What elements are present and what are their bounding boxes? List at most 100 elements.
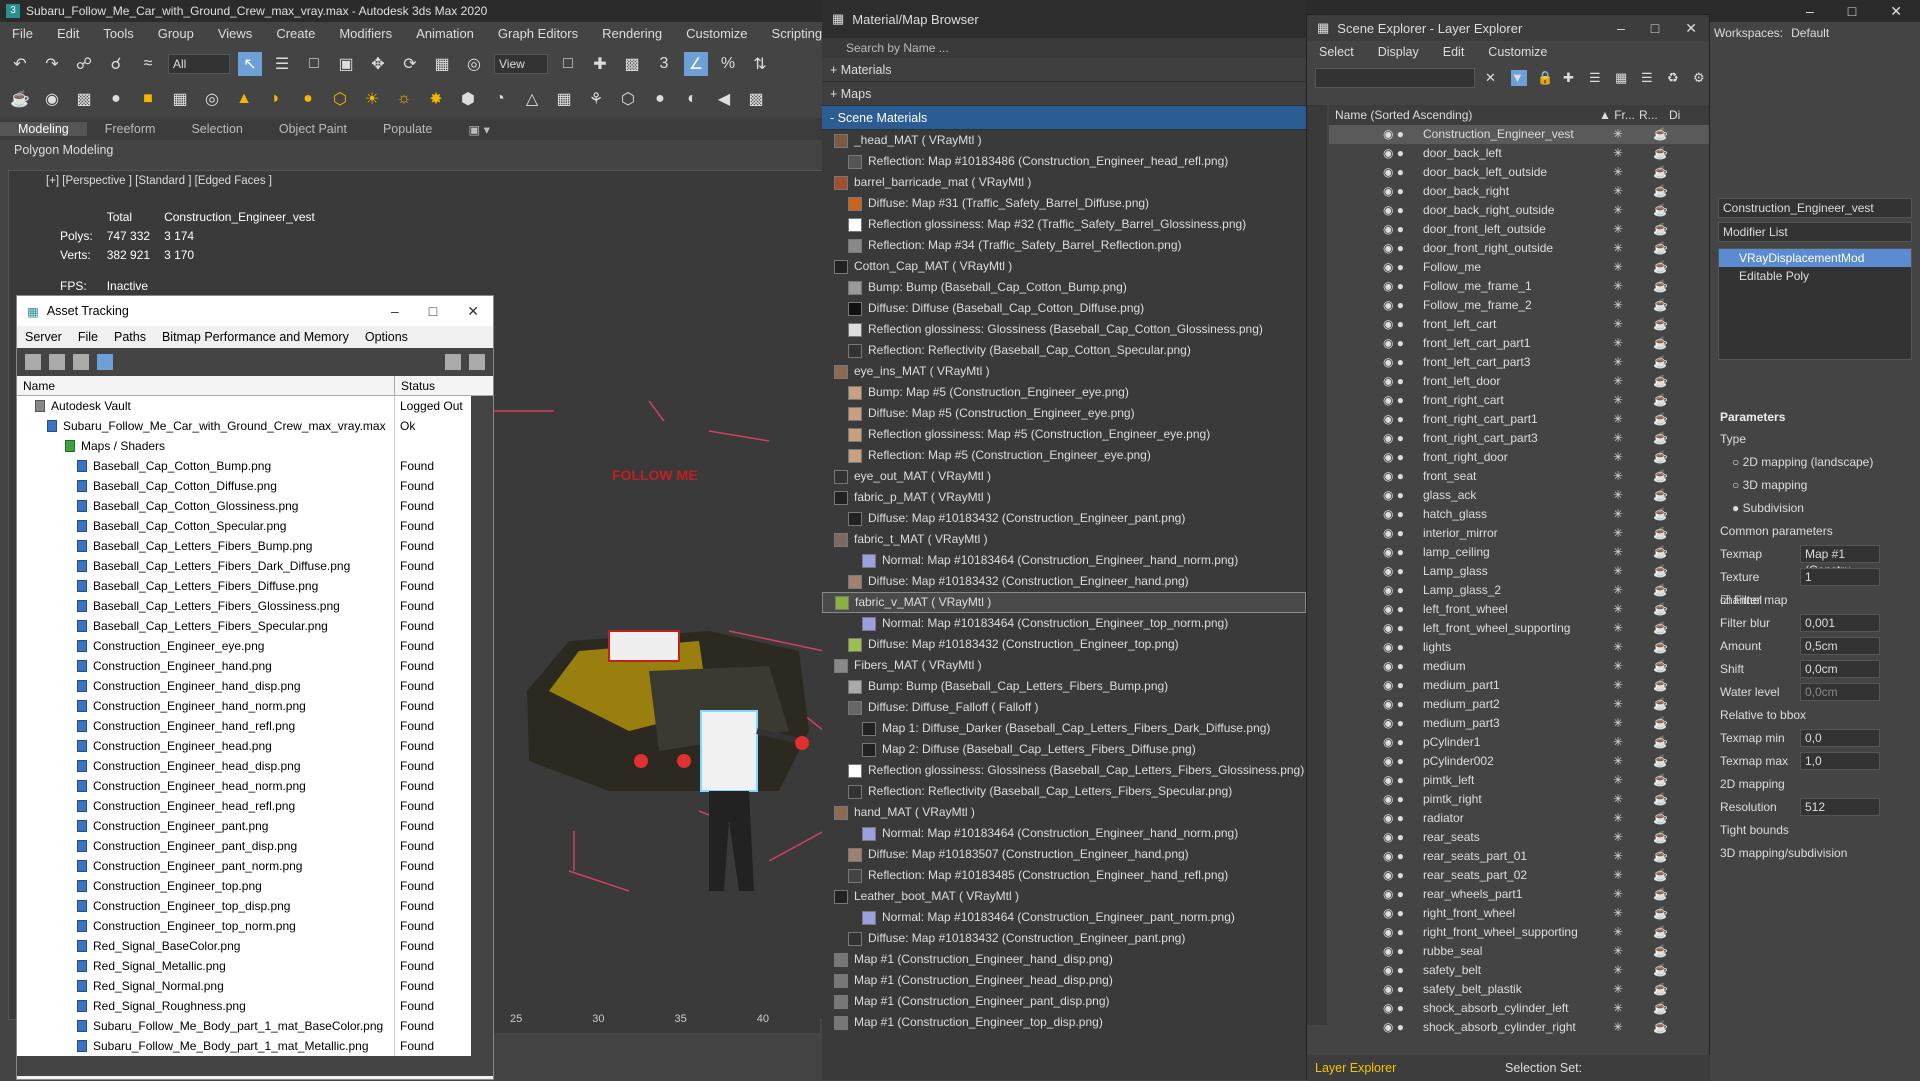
freeze-icon[interactable]: ✳ (1613, 144, 1653, 163)
asset-row[interactable]: Baseball_Cap_Letters_Fibers_Dark_Diffuse… (17, 556, 493, 576)
scene-object-row[interactable]: ◉ ● door_back_left_outside ✳ ☕ (1329, 163, 1709, 182)
material-item[interactable]: hand_MAT ( VRayMtl ) (822, 802, 1306, 823)
renderable-teapot-icon[interactable]: ☕ (1653, 714, 1668, 733)
freeze-icon[interactable]: ✳ (1613, 562, 1653, 581)
visibility-eye-icon[interactable]: ◉ ● (1329, 125, 1404, 144)
renderable-teapot-icon[interactable]: ☕ (1653, 296, 1668, 315)
freeze-icon[interactable]: ✳ (1613, 524, 1653, 543)
scene-object-row[interactable]: ◉ ● Construction_Engineer_vest ✳ ☕ (1329, 125, 1709, 144)
freeze-icon[interactable]: ✳ (1613, 448, 1653, 467)
renderable-teapot-icon[interactable]: ☕ (1653, 695, 1668, 714)
scene-object-row[interactable]: ◉ ● rear_seats_part_02 ✳ ☕ (1329, 866, 1709, 885)
schematic-view-icon[interactable]: ▦ (168, 87, 192, 111)
map-item[interactable]: Bump: Bump (Baseball_Cap_Letters_Fibers_… (822, 676, 1306, 697)
scene-object-row[interactable]: ◉ ● front_right_cart_part3 ✳ ☕ (1329, 429, 1709, 448)
radio-subdivision[interactable]: ● Subdivision (1720, 497, 1920, 520)
vray-ambient-icon[interactable]: ☼ (392, 87, 416, 111)
map-item[interactable]: Reflection glossiness: Glossiness (Baseb… (822, 760, 1306, 781)
freeze-icon[interactable]: ✳ (1613, 296, 1653, 315)
tab-populate[interactable]: Populate (365, 122, 450, 136)
select-manipulate-icon[interactable]: ✚ (588, 52, 612, 76)
vray-lister-icon[interactable]: ◀ (712, 87, 736, 111)
visibility-eye-icon[interactable]: ◉ ● (1329, 961, 1404, 980)
material-item[interactable]: fabric_v_MAT ( VRayMtl ) (822, 592, 1306, 613)
undo-icon[interactable]: ↶ (8, 52, 32, 76)
asset-row[interactable]: Construction_Engineer_eye.png Found (17, 636, 493, 656)
visibility-eye-icon[interactable]: ◉ ● (1329, 524, 1404, 543)
material-item[interactable]: Map #1 (Construction_Engineer_top_disp.p… (822, 1012, 1306, 1033)
map-item[interactable]: Reflection glossiness: Map #5 (Construct… (822, 424, 1306, 445)
select-object-icon[interactable]: ↖ (238, 52, 262, 76)
renderable-teapot-icon[interactable]: ☕ (1653, 353, 1668, 372)
freeze-icon[interactable]: ✳ (1613, 828, 1653, 847)
scene-object-row[interactable]: ◉ ● medium_part3 ✳ ☕ (1329, 714, 1709, 733)
texmap-min-spinner[interactable]: 0,0 (1800, 729, 1880, 747)
asset-row[interactable]: Construction_Engineer_head.png Found (17, 736, 493, 756)
table-view-icon[interactable] (97, 354, 113, 370)
scene-object-row[interactable]: ◉ ● door_front_right_outside ✳ ☕ (1329, 239, 1709, 258)
renderable-teapot-icon[interactable]: ☕ (1653, 600, 1668, 619)
renderable-teapot-icon[interactable]: ☕ (1653, 201, 1668, 220)
freeze-icon[interactable]: ✳ (1613, 220, 1653, 239)
visibility-eye-icon[interactable]: ◉ ● (1329, 657, 1404, 676)
scene-object-row[interactable]: ◉ ● pimtk_left ✳ ☕ (1329, 771, 1709, 790)
material-item[interactable]: eye_ins_MAT ( VRayMtl ) (822, 361, 1306, 382)
map-item[interactable]: Normal: Map #10183464 (Construction_Engi… (822, 907, 1306, 928)
scene-object-row[interactable]: ◉ ● rubbe_seal ✳ ☕ (1329, 942, 1709, 961)
ribbon-options-icon[interactable]: ▣ ▾ (450, 122, 508, 137)
map-item[interactable]: Diffuse: Map #10183432 (Construction_Eng… (822, 928, 1306, 949)
scene-object-row[interactable]: ◉ ● hatch_glass ✳ ☕ (1329, 505, 1709, 524)
renderable-teapot-icon[interactable]: ☕ (1653, 752, 1668, 771)
map-item[interactable]: Bump: Map #5 (Construction_Engineer_eye.… (822, 382, 1306, 403)
asset-row[interactable]: Construction_Engineer_pant_disp.png Found (17, 836, 493, 856)
minimize-icon[interactable]: – (1806, 3, 1814, 20)
vray-dome-icon[interactable]: ◗ (264, 87, 288, 111)
visibility-eye-icon[interactable]: ◉ ● (1329, 581, 1404, 600)
texmap-max-spinner[interactable]: 1,0 (1800, 752, 1880, 770)
freeze-icon[interactable]: ✳ (1613, 277, 1653, 296)
menu-create[interactable]: Create (264, 26, 327, 41)
link-icon[interactable]: ☍ (72, 52, 96, 76)
material-item[interactable]: Cotton_Cap_MAT ( VRayMtl ) (822, 256, 1306, 277)
menu-modifiers[interactable]: Modifiers (327, 26, 404, 41)
map-item[interactable]: Reflection glossiness: Map #32 (Traffic_… (822, 214, 1306, 235)
material-item[interactable]: fabric_t_MAT ( VRayMtl ) (822, 529, 1306, 550)
asset-row[interactable]: Baseball_Cap_Letters_Fibers_Glossiness.p… (17, 596, 493, 616)
scene-object-row[interactable]: ◉ ● door_back_right_outside ✳ ☕ (1329, 201, 1709, 220)
vray-light-icon[interactable]: ▲ (232, 87, 256, 111)
amount-spinner[interactable]: 0,5cm (1800, 637, 1880, 655)
visibility-eye-icon[interactable]: ◉ ● (1329, 866, 1404, 885)
map-item[interactable]: Reflection: Reflectivity (Baseball_Cap_L… (822, 781, 1306, 802)
visibility-eye-icon[interactable]: ◉ ● (1329, 467, 1404, 486)
renderable-teapot-icon[interactable]: ☕ (1653, 467, 1668, 486)
scene-object-row[interactable]: ◉ ● pCylinder002 ✳ ☕ (1329, 752, 1709, 771)
map-item[interactable]: Reflection: Map #34 (Traffic_Safety_Barr… (822, 235, 1306, 256)
renderable-teapot-icon[interactable]: ☕ (1653, 657, 1668, 676)
filter-blur-spinner[interactable]: 0,001 (1800, 614, 1880, 632)
material-editor-icon[interactable]: ● (104, 87, 128, 111)
sync-icon[interactable]: ♻ (1667, 70, 1683, 86)
renderable-teapot-icon[interactable]: ☕ (1653, 980, 1668, 999)
window-crossing-icon[interactable]: ▣ (334, 52, 358, 76)
modifier-vray-displacement[interactable]: VRayDisplacementMod (1719, 249, 1911, 267)
reference-coord-dropdown[interactable]: View (494, 54, 548, 74)
modifier-list-dropdown[interactable]: Modifier List (1718, 222, 1912, 242)
renderable-teapot-icon[interactable]: ☕ (1653, 885, 1668, 904)
vray-scatter-icon[interactable]: ⚘ (584, 87, 608, 111)
visibility-eye-icon[interactable]: ◉ ● (1329, 277, 1404, 296)
renderable-teapot-icon[interactable]: ☕ (1653, 923, 1668, 942)
col-display[interactable]: Di (1669, 105, 1680, 125)
asset-row[interactable]: Construction_Engineer_head_disp.png Found (17, 756, 493, 776)
scene-search-input[interactable] (1315, 68, 1475, 88)
spinner-snap-icon[interactable]: ⇅ (748, 52, 772, 76)
asset-menu-options[interactable]: Options (357, 330, 416, 344)
scene-object-row[interactable]: ◉ ● shock_absorb_cylinder_left ✳ ☕ (1329, 999, 1709, 1018)
scene-object-row[interactable]: ◉ ● Follow_me_frame_1 ✳ ☕ (1329, 277, 1709, 296)
radio-2d-mapping[interactable]: ○ 2D mapping (landscape) (1720, 451, 1920, 474)
keyboard-shortcut-icon[interactable]: ▩ (620, 52, 644, 76)
freeze-icon[interactable]: ✳ (1613, 980, 1653, 999)
scene-object-row[interactable]: ◉ ● glass_ack ✳ ☕ (1329, 486, 1709, 505)
renderable-teapot-icon[interactable]: ☕ (1653, 391, 1668, 410)
visibility-eye-icon[interactable]: ◉ ● (1329, 828, 1404, 847)
scale-icon[interactable]: ▦ (430, 52, 454, 76)
